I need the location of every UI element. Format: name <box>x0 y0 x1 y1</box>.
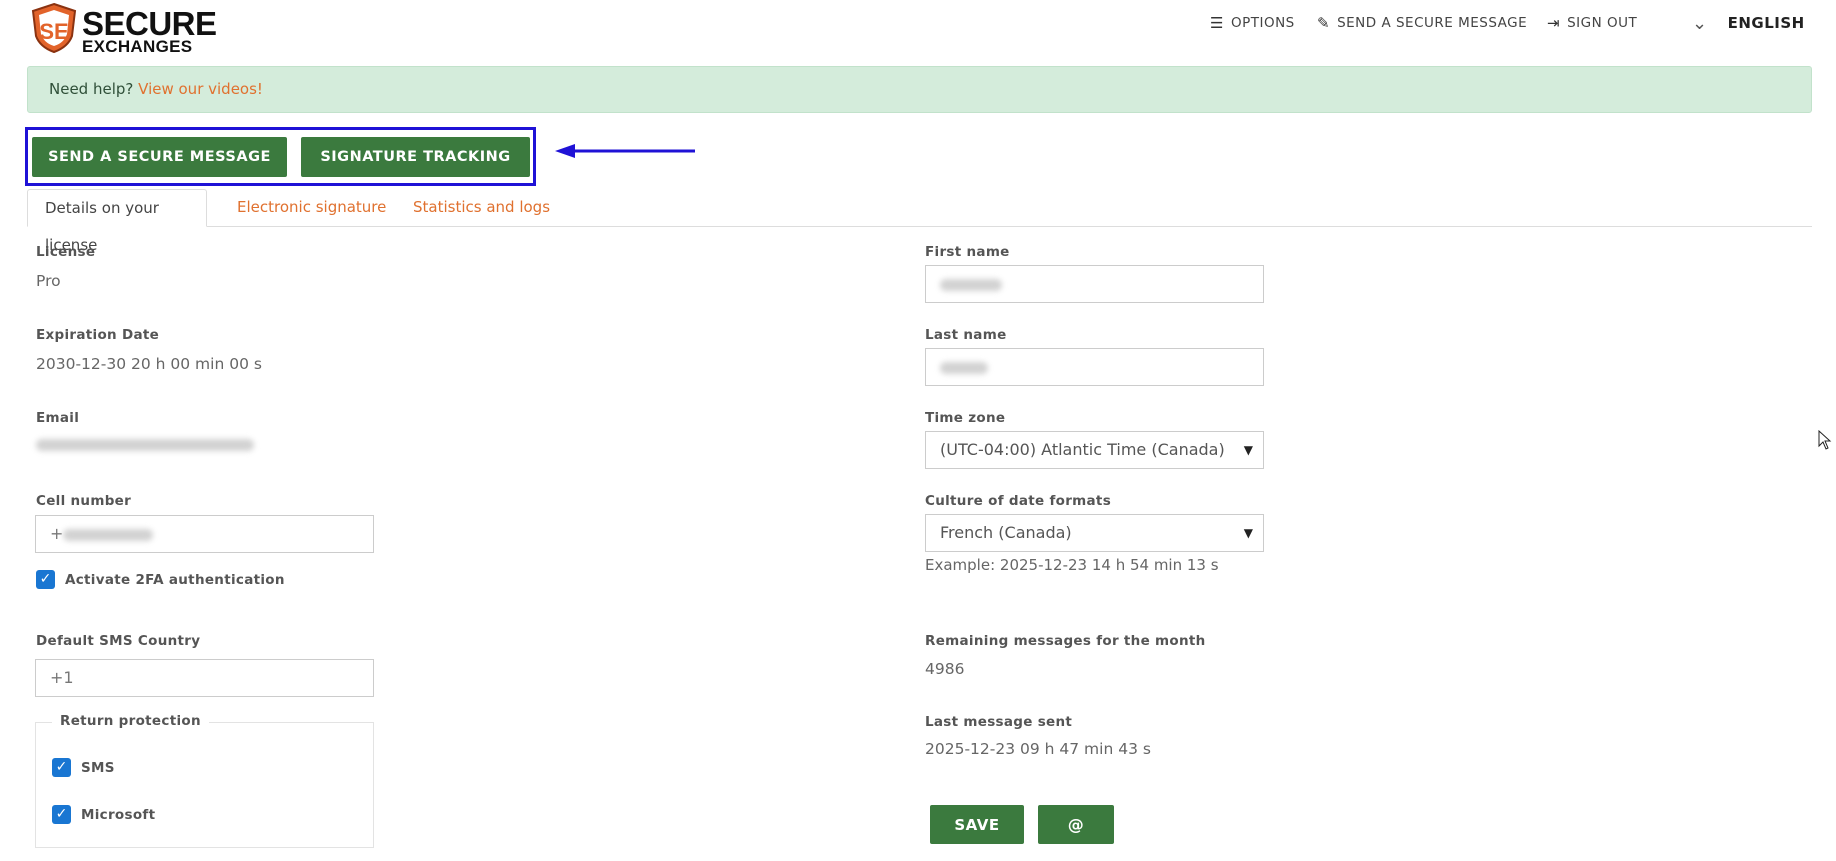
email-value-redacted <box>36 435 254 453</box>
redacted-email <box>36 438 254 451</box>
mouse-pointer-icon <box>1818 430 1832 450</box>
view-videos-link[interactable]: View our videos! <box>138 80 263 98</box>
chevron-down-icon: ⌄ <box>1692 12 1708 34</box>
nav-send-secure-message[interactable]: ✎ SEND A SECURE MESSAGE <box>1317 12 1527 34</box>
first-name-input[interactable] <box>925 265 1264 303</box>
cell-prefix: + <box>50 524 64 543</box>
expiration-label: Expiration Date <box>36 327 160 343</box>
menu-icon: ☰ <box>1210 14 1224 32</box>
signature-tracking-button[interactable]: SIGNATURE TRACKING <box>301 137 530 177</box>
redacted-last-name <box>940 361 988 374</box>
twofa-checkbox[interactable]: ✓ <box>36 570 55 589</box>
email-label: Email <box>36 410 80 426</box>
redacted-first-name <box>940 278 1002 291</box>
help-text: Need help? <box>49 80 134 98</box>
shield-logo-icon: SE <box>31 2 77 54</box>
redacted-cell-number <box>63 528 154 541</box>
email-settings-button[interactable]: @ <box>1038 805 1114 844</box>
expiration-value: 2030-12-30 20 h 00 min 00 s <box>36 355 262 373</box>
svg-text:SE: SE <box>39 19 68 44</box>
brand-line-1: SECURE <box>82 5 217 42</box>
last-message-value: 2025-12-23 09 h 47 min 43 s <box>925 740 1151 758</box>
pointer-arrow-icon <box>555 144 695 158</box>
nav-send-label: SEND A SECURE MESSAGE <box>1337 15 1528 31</box>
last-name-label: Last name <box>925 327 1007 343</box>
tab-electronic-signature[interactable]: Electronic signature <box>220 189 403 227</box>
edit-icon: ✎ <box>1317 14 1331 32</box>
culture-value: French (Canada) <box>940 523 1072 542</box>
license-value: Pro <box>36 272 61 290</box>
help-banner: Need help? View our videos! <box>27 66 1812 113</box>
brand-wordmark: SECURE EXCHANGES <box>82 7 217 55</box>
tab-bar: Details on your license Electronic signa… <box>27 189 1812 254</box>
send-secure-message-button[interactable]: SEND A SECURE MESSAGE <box>32 137 287 177</box>
remaining-messages-label: Remaining messages for the month <box>925 633 1206 649</box>
license-label: License <box>36 244 96 260</box>
nav-sign-out[interactable]: ⇥ SIGN OUT <box>1547 12 1637 34</box>
time-zone-label: Time zone <box>925 410 1006 426</box>
return-protection-group <box>35 722 374 848</box>
sms-country-input[interactable]: +1 <box>35 659 374 697</box>
language-selector[interactable]: ⌄ ENGLISH <box>1692 12 1805 34</box>
sms-country-label: Default SMS Country <box>36 633 201 649</box>
save-button[interactable]: SAVE <box>930 805 1024 844</box>
time-zone-select[interactable]: (UTC-04:00) Atlantic Time (Canada) ▼ <box>925 431 1264 469</box>
time-zone-value: (UTC-04:00) Atlantic Time (Canada) <box>940 440 1225 459</box>
nav-options[interactable]: ☰ OPTIONS <box>1210 12 1295 34</box>
nav-options-label: OPTIONS <box>1230 15 1295 31</box>
microsoft-label: Microsoft <box>81 807 156 823</box>
sms-label: SMS <box>81 760 115 776</box>
return-protection-legend: Return protection <box>52 713 209 729</box>
chevron-down-icon: ▼ <box>1243 526 1253 540</box>
chevron-down-icon: ▼ <box>1243 443 1253 457</box>
twofa-label: Activate 2FA authentication <box>65 572 285 588</box>
culture-select[interactable]: French (Canada) ▼ <box>925 514 1264 552</box>
sms-checkbox[interactable]: ✓ <box>52 758 71 777</box>
brand-logo[interactable]: SE SECURE EXCHANGES <box>30 2 217 55</box>
first-name-label: First name <box>925 244 1010 260</box>
nav-signout-label: SIGN OUT <box>1567 15 1638 31</box>
remaining-messages-value: 4986 <box>925 660 965 678</box>
culture-example: Example: 2025-12-23 14 h 54 min 13 s <box>925 556 1219 574</box>
culture-label: Culture of date formats <box>925 493 1112 509</box>
last-name-input[interactable] <box>925 348 1264 386</box>
cell-number-input[interactable]: + <box>35 515 374 553</box>
cell-number-label: Cell number <box>36 493 132 509</box>
sign-out-icon: ⇥ <box>1547 14 1561 32</box>
microsoft-checkbox[interactable]: ✓ <box>52 805 71 824</box>
last-message-label: Last message sent <box>925 714 1073 730</box>
language-label: ENGLISH <box>1727 14 1805 32</box>
tab-statistics-logs[interactable]: Statistics and logs <box>396 189 567 227</box>
tab-license-details[interactable]: Details on your license <box>27 189 207 254</box>
